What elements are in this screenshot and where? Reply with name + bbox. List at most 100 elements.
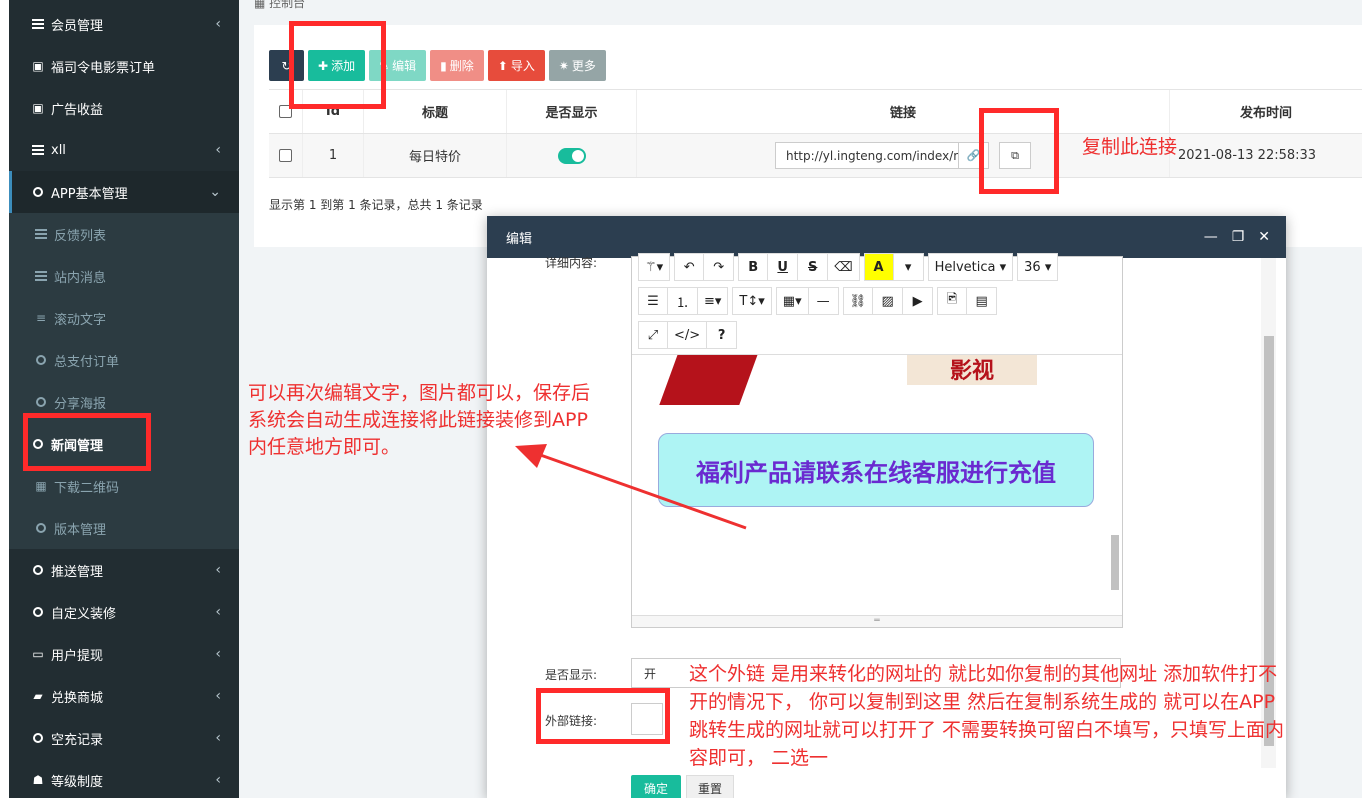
redo-icon[interactable]: ↷: [704, 253, 735, 281]
editor-resize-handle[interactable]: ═: [632, 615, 1122, 627]
sidebar-item-messages[interactable]: 站内消息: [9, 255, 239, 297]
image-file-icon[interactable]: 🖻: [937, 287, 968, 315]
circle-icon: [31, 605, 45, 619]
list-icon: [34, 227, 48, 241]
chevron-left-icon: ‹: [215, 562, 221, 578]
close-icon[interactable]: ✕: [1258, 229, 1270, 245]
editor-content[interactable]: 影视 福利产品请联系在线客服进行充值: [632, 354, 1122, 614]
undo-icon[interactable]: ↶: [674, 253, 705, 281]
circle-icon: [34, 353, 48, 367]
list-icon: [31, 143, 45, 157]
upload-icon: ⬆: [497, 58, 508, 73]
maximize-icon[interactable]: ❐: [1232, 229, 1245, 245]
sidebar-item-withdraw[interactable]: ▭ 用户提现 ‹: [9, 633, 239, 675]
sidebar-item-custom-decor[interactable]: 自定义装修 ‹: [9, 591, 239, 633]
trash-icon: ▮: [440, 58, 447, 73]
sidebar-item-label: 反馈列表: [54, 228, 107, 244]
sidebar-item-push[interactable]: 推送管理 ‹: [9, 549, 239, 591]
sidebar-item-label: 兑换商城: [51, 690, 104, 706]
sidebar-item-recharge-records[interactable]: 空充记录 ‹: [9, 717, 239, 759]
sidebar-item-qrcode[interactable]: ▦ 下载二维码: [9, 465, 239, 507]
hr-icon[interactable]: —: [808, 287, 839, 315]
row-checkbox[interactable]: [279, 149, 292, 162]
reset-button[interactable]: 重置: [686, 775, 734, 798]
sidebar-item-ad-income[interactable]: ▣ 广告收益: [9, 87, 239, 129]
picture-icon[interactable]: ▨: [873, 287, 904, 315]
circle-icon: [31, 563, 45, 577]
sidebar-item-movie-orders[interactable]: ▣ 福司令电影票订单: [9, 45, 239, 87]
delete-button[interactable]: ▮ 删除: [430, 50, 484, 81]
recharge-notice-banner: 福利产品请联系在线客服进行充值: [658, 433, 1094, 507]
strike-icon[interactable]: S: [798, 253, 829, 281]
sidebar-item-shop[interactable]: ▰ 兑换商城 ‹: [9, 675, 239, 717]
code-view-icon[interactable]: </>: [668, 321, 708, 349]
list-icon: [34, 269, 48, 283]
col-link[interactable]: 链接: [637, 90, 1170, 133]
font-size-select[interactable]: 36 ▾: [1017, 253, 1059, 281]
sidebar-item-label: 空充记录: [51, 732, 104, 748]
link-input[interactable]: http://yl.ingteng.com/index/new: [775, 142, 959, 169]
sidebar-item-label: 站内消息: [54, 270, 107, 286]
chevron-left-icon: ‹: [215, 730, 221, 746]
import-button[interactable]: ⬆ 导入: [487, 50, 545, 81]
color-dropdown-icon[interactable]: ▾: [893, 253, 924, 281]
circle-icon: [34, 395, 48, 409]
show-toggle[interactable]: [557, 147, 586, 164]
chevron-down-icon: ⌄: [209, 184, 221, 200]
unordered-list-icon[interactable]: ☰: [638, 287, 668, 315]
sidebar-item-app-basic[interactable]: APP基本管理 ⌄: [9, 171, 239, 213]
col-time[interactable]: 发布时间: [1170, 90, 1362, 133]
magic-icon[interactable]: ⚚▾: [638, 253, 671, 281]
dashboard-icon: ▦: [254, 0, 270, 10]
font-family-select[interactable]: Helvetica ▾: [927, 253, 1014, 281]
confirm-button[interactable]: 确定: [631, 775, 681, 798]
sidebar-item-levels[interactable]: ☗ 等级制度 ‹: [9, 759, 239, 798]
align-icon[interactable]: ≡▾: [698, 287, 729, 315]
table-header: Id 标题 是否显示 链接 发布时间: [269, 90, 1362, 134]
external-link-note: 这个外链 是用来转化的网址的 就比如你复制的其他网址 添加软件打不 开的情况下，…: [689, 663, 1285, 769]
sidebar-item-feedback[interactable]: 反馈列表: [9, 213, 239, 255]
eraser-icon[interactable]: ⌫: [828, 253, 860, 281]
sidebar-edge: [0, 0, 9, 798]
font-icon: ▣: [32, 101, 44, 115]
ordered-list-icon[interactable]: ⒈: [668, 287, 698, 315]
video-icon[interactable]: ▶: [903, 287, 934, 315]
circle-icon: [31, 185, 45, 199]
table-row[interactable]: 1 每日特价 http://yl.ingteng.com/index/new 🔗…: [269, 134, 1362, 178]
link-icon[interactable]: ⛓: [842, 287, 874, 315]
chevron-left-icon: ‹: [215, 142, 221, 158]
red-ribbon-image: [659, 355, 765, 405]
breadcrumb: ▦ 控制台: [254, 0, 305, 11]
cell-id: 1: [303, 134, 364, 177]
highlight-add-button: [289, 21, 386, 109]
modal-title: 编辑: [506, 231, 533, 247]
sidebar-item-label: 分享海报: [54, 396, 107, 412]
col-show[interactable]: 是否显示: [507, 90, 637, 133]
list-icon: [31, 17, 45, 31]
circle-icon: [34, 521, 48, 535]
sidebar-item-scroll-text[interactable]: ≡ 滚动文字: [9, 297, 239, 339]
bag-icon: ▰: [33, 689, 43, 703]
sidebar-item-payment-orders[interactable]: 总支付订单: [9, 339, 239, 381]
sidebar-item-label: 自定义装修: [51, 606, 117, 622]
cell-title: 每日特价: [364, 134, 507, 177]
help-icon[interactable]: ?: [707, 321, 738, 349]
underline-icon[interactable]: U: [768, 253, 799, 281]
sidebar-item-version[interactable]: 版本管理: [9, 507, 239, 549]
minimize-icon[interactable]: —: [1204, 229, 1218, 245]
table-icon[interactable]: ▦▾: [775, 287, 809, 315]
chevron-left-icon: ‹: [215, 646, 221, 662]
sidebar-item-xll[interactable]: xll ‹: [9, 129, 239, 171]
bold-icon[interactable]: B: [738, 253, 769, 281]
circle-icon: [31, 731, 45, 745]
text-height-icon[interactable]: T↕▾: [732, 287, 772, 315]
highlight-copy-button: [979, 108, 1059, 194]
fullscreen-icon[interactable]: ⤢: [638, 321, 668, 349]
file-icon[interactable]: ▤: [967, 287, 998, 315]
font-color-icon[interactable]: A: [863, 253, 894, 281]
more-button[interactable]: ✷ 更多: [548, 50, 606, 81]
editor-scrollbar[interactable]: [1111, 535, 1119, 590]
sidebar-item-member[interactable]: 会员管理 ‹: [9, 3, 239, 45]
sidebar-item-label: 下载二维码: [54, 480, 120, 496]
news-table: Id 标题 是否显示 链接 发布时间 1 每日特价 http://yl.ingt…: [269, 89, 1362, 178]
